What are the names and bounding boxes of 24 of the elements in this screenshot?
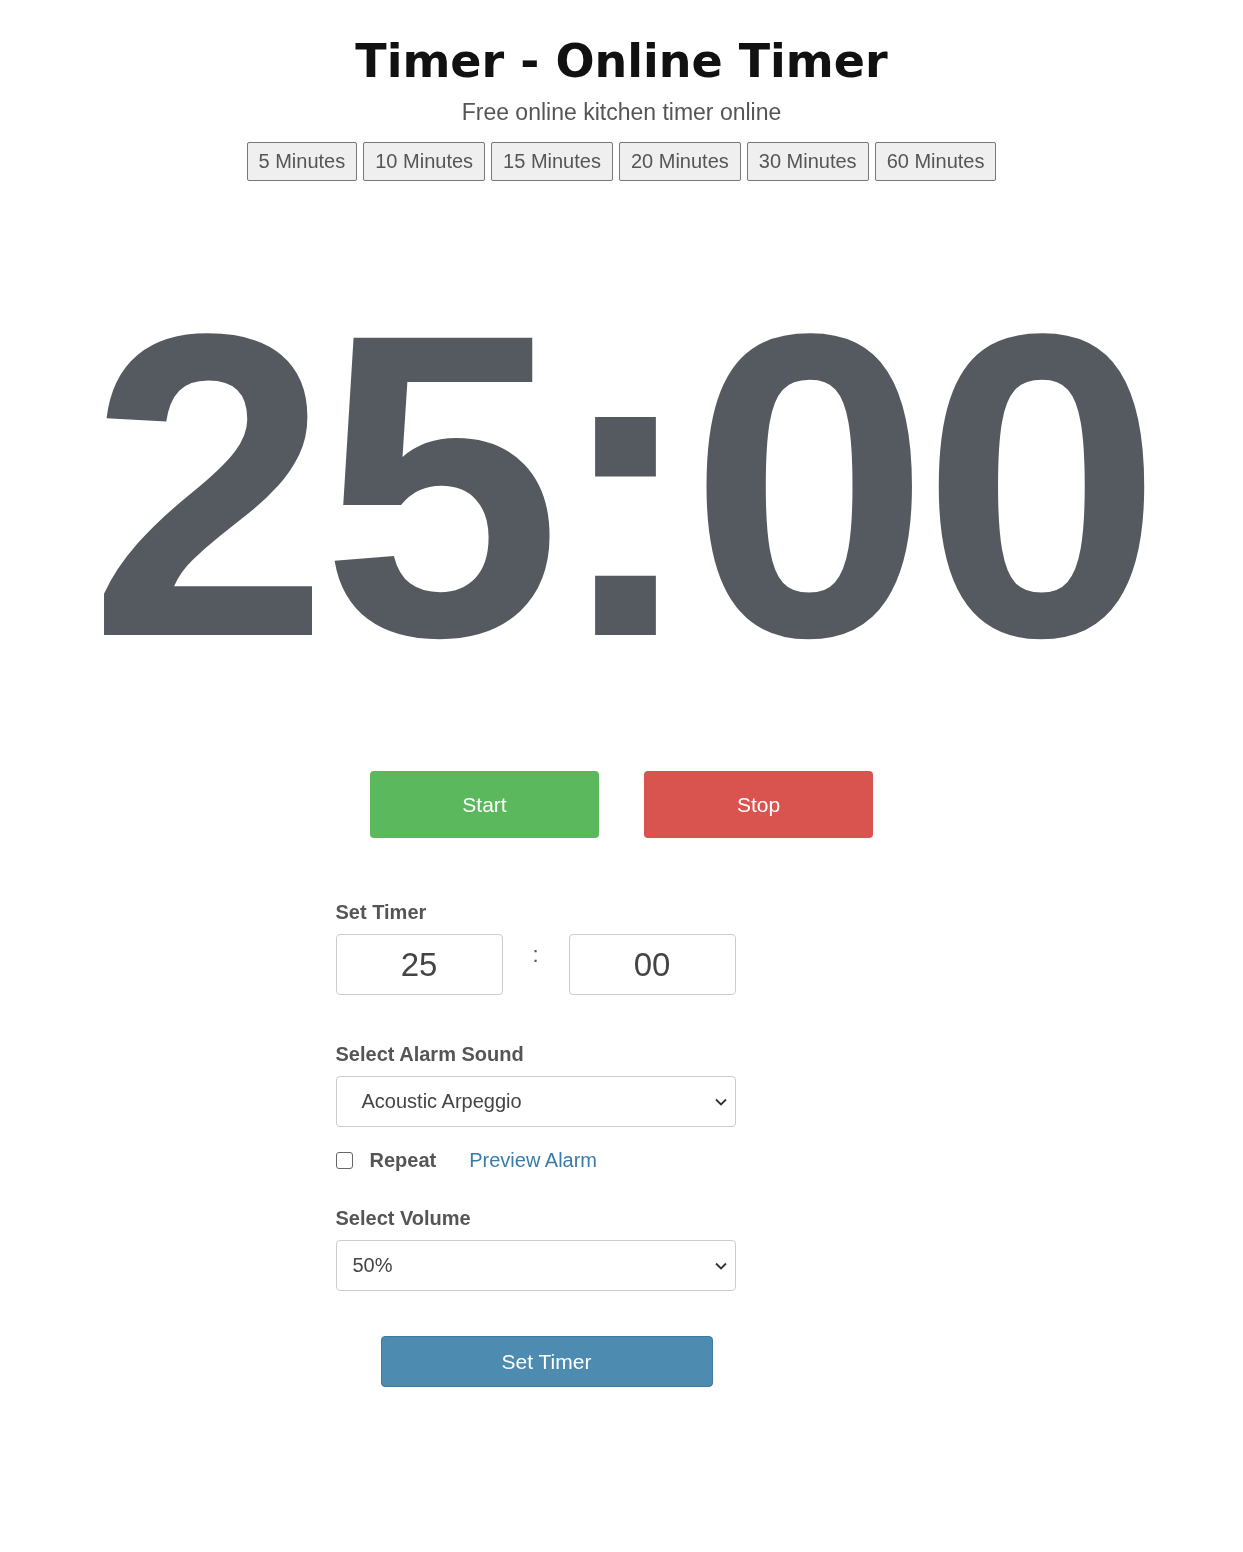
alarm-sound-label: Select Alarm Sound [335,1042,524,1066]
preset-button[interactable]: 60 Minutes [874,142,997,181]
volume-dropdown[interactable]: 50% [335,1240,736,1291]
time-separator: : [531,942,540,968]
preset-button[interactable]: 15 Minutes [491,142,613,181]
repeat-checkbox[interactable] [335,1152,353,1169]
repeat-label: Repeat [369,1149,437,1172]
set-timer-button[interactable]: Set Timer [380,1336,713,1387]
volume-label: Select Volume [335,1206,471,1230]
preset-button[interactable]: 30 Minutes [746,142,869,181]
preset-button[interactable]: 20 Minutes [618,142,741,181]
minutes-field[interactable]: 25 [335,934,503,995]
page-title: Timer - Online Timer [355,33,888,89]
stop-button[interactable]: Stop [644,771,873,838]
preset-button[interactable]: 5 Minutes [246,142,358,181]
chevron-down-icon [714,1097,727,1106]
alarm-sound-dropdown[interactable]: Acoustic Arpeggio [335,1076,736,1127]
countdown-display: 25:00 [89,270,1154,702]
preset-button[interactable]: 10 Minutes [363,142,486,181]
chevron-down-icon [714,1261,727,1270]
preview-alarm-link[interactable]: Preview Alarm [469,1149,597,1172]
set-timer-label: Set Timer [335,900,427,924]
page-subtitle: Free online kitchen timer online [461,98,782,127]
seconds-field[interactable]: 00 [568,934,736,995]
